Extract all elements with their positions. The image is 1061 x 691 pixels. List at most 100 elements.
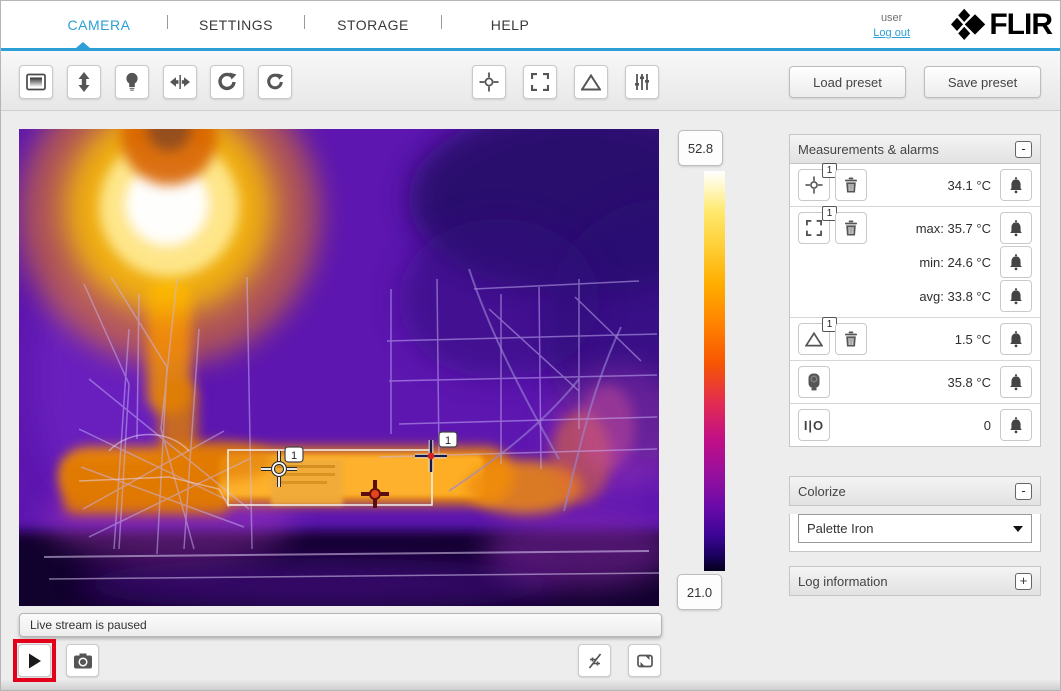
scale-max-value[interactable]: 52.8	[678, 130, 723, 166]
tab-settings[interactable]: SETTINGS	[168, 17, 304, 33]
sliders-button[interactable]	[625, 65, 659, 99]
trash-icon	[844, 220, 858, 236]
load-preset-button[interactable]: Load preset	[789, 66, 906, 98]
camera-temperature-value: 35.8 °C	[835, 375, 1000, 390]
measurements-collapse-button[interactable]: -	[1015, 141, 1032, 158]
tab-storage[interactable]: STORAGE	[305, 17, 441, 33]
toolbar: Load preset Save preset	[1, 51, 1060, 111]
pan-vertical-button[interactable]	[67, 65, 101, 99]
delta-measure-button[interactable]: 1	[798, 323, 830, 355]
thermal-scene: 1 1	[19, 129, 659, 606]
measurements-panel-body: 1 34.1 °C	[789, 164, 1041, 447]
box-avg-alarm-button[interactable]	[1000, 280, 1032, 312]
brand-text: FLIR	[989, 8, 1052, 42]
play-button[interactable]	[18, 644, 51, 677]
bell-icon	[1008, 417, 1024, 434]
box-max-alarm-button[interactable]	[1000, 212, 1032, 244]
box-avg-value: avg: 33.8 °C	[872, 289, 1000, 304]
trash-icon	[844, 177, 858, 193]
stream-status-bar: Live stream is paused	[19, 613, 662, 637]
delta-alarm-button[interactable]	[1000, 323, 1032, 355]
user-block: user Log out	[873, 7, 910, 41]
camera-snapshot-icon	[73, 653, 93, 669]
box-min-line: min: 24.6 °C	[872, 246, 1032, 278]
slashed-graphics-icon	[587, 653, 603, 669]
colorize-panel-title: Colorize	[798, 484, 1015, 499]
box-measure-button[interactable]: 1	[798, 212, 830, 244]
box-delete-button[interactable]	[835, 212, 867, 244]
tab-camera[interactable]: CAMERA	[31, 17, 167, 33]
flir-spark-icon	[951, 8, 987, 42]
spot-temperature-value: 34.1 °C	[872, 178, 1000, 193]
main-nav: CAMERA SETTINGS STORAGE HELP	[31, 1, 578, 48]
delta-icon	[805, 332, 823, 347]
box-badge: 1	[445, 435, 451, 447]
bell-icon	[1008, 254, 1024, 271]
measurement-row-delta: 1 1.5 °C	[790, 318, 1040, 361]
colorize-collapse-button[interactable]: -	[1015, 483, 1032, 500]
footer-strip	[1, 679, 1060, 690]
measurement-row-box: 1 max: 35.7 °C	[790, 207, 1040, 318]
trash-icon	[844, 331, 858, 347]
spot-meter-icon	[479, 72, 499, 92]
palette-select-value: Palette Iron	[807, 521, 1013, 536]
spot-measure-button[interactable]: 1	[798, 169, 830, 201]
user-label: user	[881, 12, 902, 24]
snapshot-button[interactable]	[66, 644, 99, 677]
rotate-icon	[217, 72, 237, 92]
spot-meter-button[interactable]	[472, 65, 506, 99]
color-scale-display-button[interactable]	[19, 65, 53, 99]
fullscreen-icon	[636, 653, 654, 669]
tab-help[interactable]: HELP	[442, 17, 578, 33]
spot-meter-icon	[805, 176, 823, 194]
bell-icon	[1008, 220, 1024, 237]
play-icon	[28, 653, 42, 669]
box-avg-line: avg: 33.8 °C	[872, 280, 1032, 312]
spot-delete-button[interactable]	[835, 169, 867, 201]
delta-icon	[581, 74, 601, 91]
box-max-value: max: 35.7 °C	[872, 221, 1000, 236]
logout-link[interactable]: Log out	[873, 27, 910, 41]
color-scale-display-icon	[26, 73, 46, 91]
scale-min-value[interactable]: 21.0	[677, 574, 722, 610]
io-icon: I|O	[804, 418, 824, 433]
log-expand-button[interactable]: +	[1015, 573, 1032, 590]
split-horizontal-button[interactable]	[163, 65, 197, 99]
hide-overlay-button[interactable]	[578, 644, 611, 677]
measurements-panel: Measurements & alarms - 1	[789, 134, 1041, 447]
measurements-panel-title: Measurements & alarms	[798, 142, 1015, 157]
delta-delete-button[interactable]	[835, 323, 867, 355]
box-max-line: max: 35.7 °C	[872, 212, 1032, 244]
digital-io-button[interactable]: I|O	[798, 409, 830, 441]
spot-alarm-button[interactable]	[1000, 169, 1032, 201]
bell-icon	[1008, 374, 1024, 391]
fullscreen-button[interactable]	[628, 644, 661, 677]
rotate-button[interactable]	[210, 65, 244, 99]
box-min-alarm-button[interactable]	[1000, 246, 1032, 278]
header: CAMERA SETTINGS STORAGE HELP user Log ou…	[1, 1, 1060, 48]
lamp-button[interactable]	[115, 65, 149, 99]
rotate-small-button[interactable]	[258, 65, 292, 99]
area-box-button[interactable]	[523, 65, 557, 99]
chevron-down-icon	[1013, 526, 1023, 532]
log-panel-title: Log information	[798, 574, 1015, 589]
vertical-arrows-icon	[76, 72, 92, 92]
measurement-box-overlay[interactable]	[228, 450, 432, 505]
palette-scale-bar	[704, 171, 725, 571]
bell-icon	[1008, 288, 1024, 305]
palette-select[interactable]: Palette Iron	[798, 514, 1032, 543]
save-preset-button[interactable]: Save preset	[924, 66, 1041, 98]
thermal-live-view[interactable]: 1 1	[19, 129, 659, 606]
horizontal-arrows-icon	[170, 74, 190, 90]
delta-button[interactable]	[574, 65, 608, 99]
camera-alarm-button[interactable]	[1000, 366, 1032, 398]
camera-temp-button[interactable]	[798, 366, 830, 398]
colorize-panel-body: Palette Iron	[789, 514, 1041, 552]
rotate-small-icon	[266, 73, 284, 91]
spot-badge: 1	[291, 450, 297, 462]
area-box-icon	[806, 220, 822, 236]
io-alarm-button[interactable]	[1000, 409, 1032, 441]
colorize-panel: Colorize - Palette Iron	[789, 476, 1041, 552]
colorize-panel-header: Colorize -	[789, 476, 1041, 506]
camera-body-icon	[807, 373, 821, 391]
